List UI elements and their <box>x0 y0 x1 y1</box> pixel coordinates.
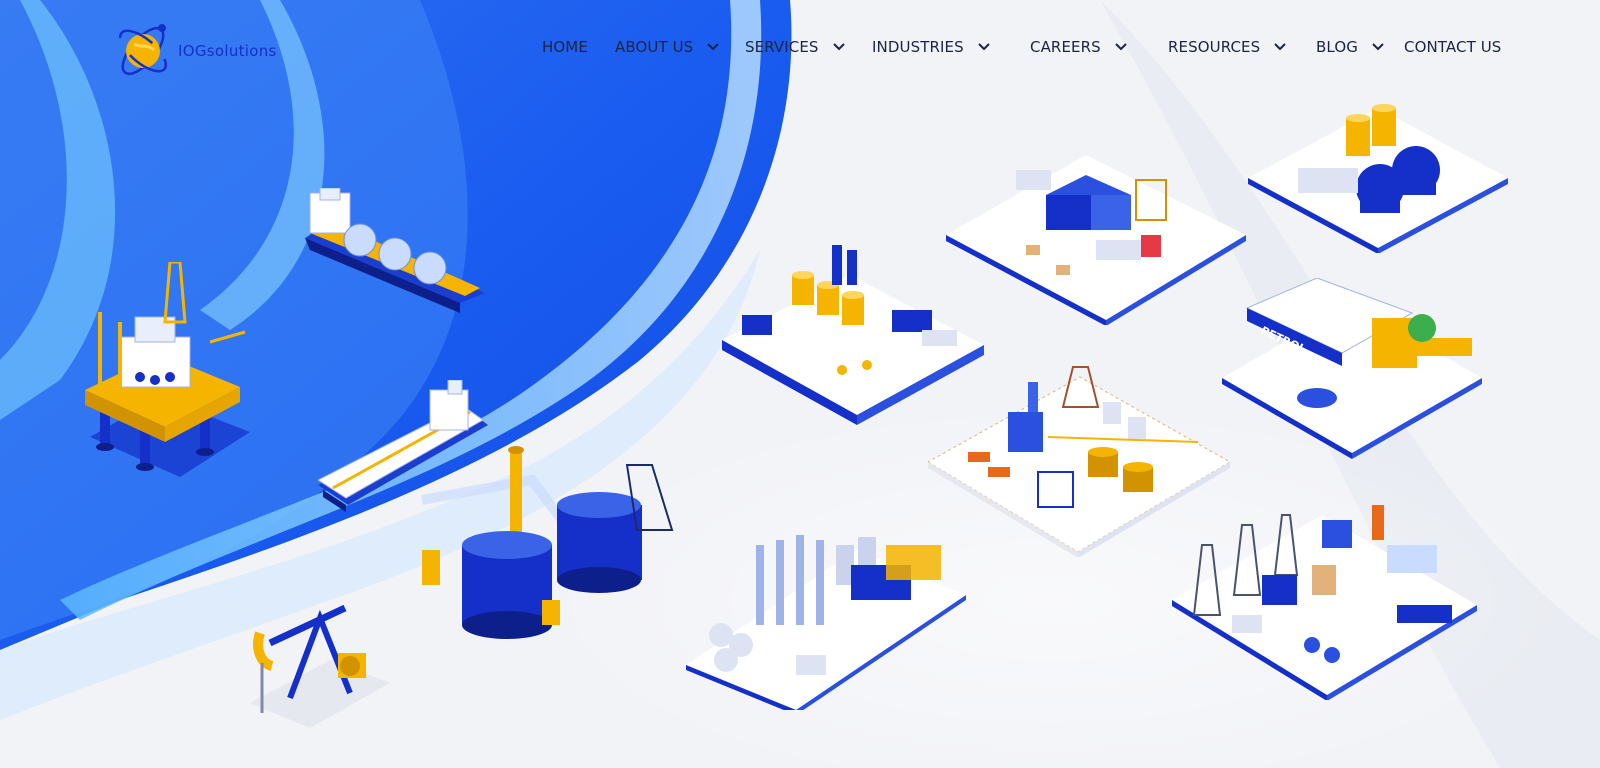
nav-resources[interactable]: RESOURCES <box>1168 38 1288 56</box>
offshore-oil-rig-illustration <box>80 262 260 502</box>
chevron-down-icon <box>707 43 720 51</box>
nav-services-label: SERVICES <box>745 38 819 56</box>
lng-carrier-illustration <box>300 188 490 318</box>
petrol-station-illustration: PETROL <box>1222 278 1484 463</box>
nav-careers[interactable]: CAREERS <box>1030 38 1129 56</box>
power-substation-illustration <box>1172 505 1480 700</box>
nav-about-us-label: ABOUT US <box>615 38 694 56</box>
nav-blog[interactable]: BLOG <box>1316 38 1386 56</box>
warehouse-logistics-illustration <box>946 140 1248 325</box>
site-header: IOGsolutions HOME ABOUT US SERVICES INDU… <box>0 0 1600 100</box>
chemical-plant-illustration <box>686 525 968 710</box>
pumpjack-illustration <box>250 588 390 728</box>
nav-home-label: HOME <box>542 38 588 56</box>
nav-home[interactable]: HOME <box>542 38 588 56</box>
tank-farm-illustration <box>412 440 692 660</box>
nav-industries-label: INDUSTRIES <box>872 38 964 56</box>
chevron-down-icon <box>977 43 990 51</box>
storage-tanks-illustration <box>1248 98 1510 253</box>
nav-contact-us-label: CONTACT US <box>1404 38 1502 56</box>
nav-contact-us[interactable]: CONTACT US <box>1404 38 1501 56</box>
brand-logo[interactable]: IOGsolutions <box>110 14 300 88</box>
chevron-down-icon <box>1372 43 1384 51</box>
chevron-down-icon <box>1274 43 1286 51</box>
nav-industries[interactable]: INDUSTRIES <box>872 38 992 56</box>
nav-blog-label: BLOG <box>1316 38 1358 56</box>
chevron-down-icon <box>1115 43 1127 51</box>
nav-about-us[interactable]: ABOUT US <box>615 38 721 56</box>
chevron-down-icon <box>832 43 845 51</box>
nav-services[interactable]: SERVICES <box>745 38 847 56</box>
logo-orbit-icon <box>118 24 168 76</box>
nav-resources-label: RESOURCES <box>1168 38 1261 56</box>
logo-text: IOGsolutions <box>178 42 277 60</box>
nav-careers-label: CAREERS <box>1030 38 1101 56</box>
